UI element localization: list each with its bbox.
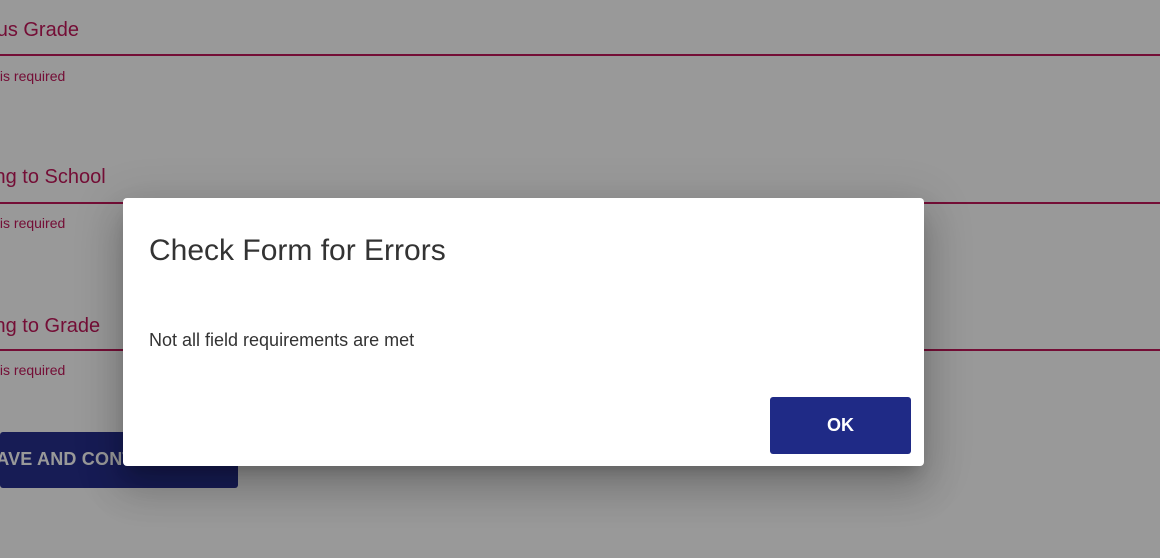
dialog-title: Check Form for Errors <box>149 234 446 267</box>
ok-button[interactable]: OK <box>770 397 911 454</box>
dialog-message: Not all field requirements are met <box>149 330 415 350</box>
viewport: Previous Grade This field is required Ap… <box>0 0 1160 558</box>
error-dialog: Check Form for Errors Not all field requ… <box>123 198 924 466</box>
